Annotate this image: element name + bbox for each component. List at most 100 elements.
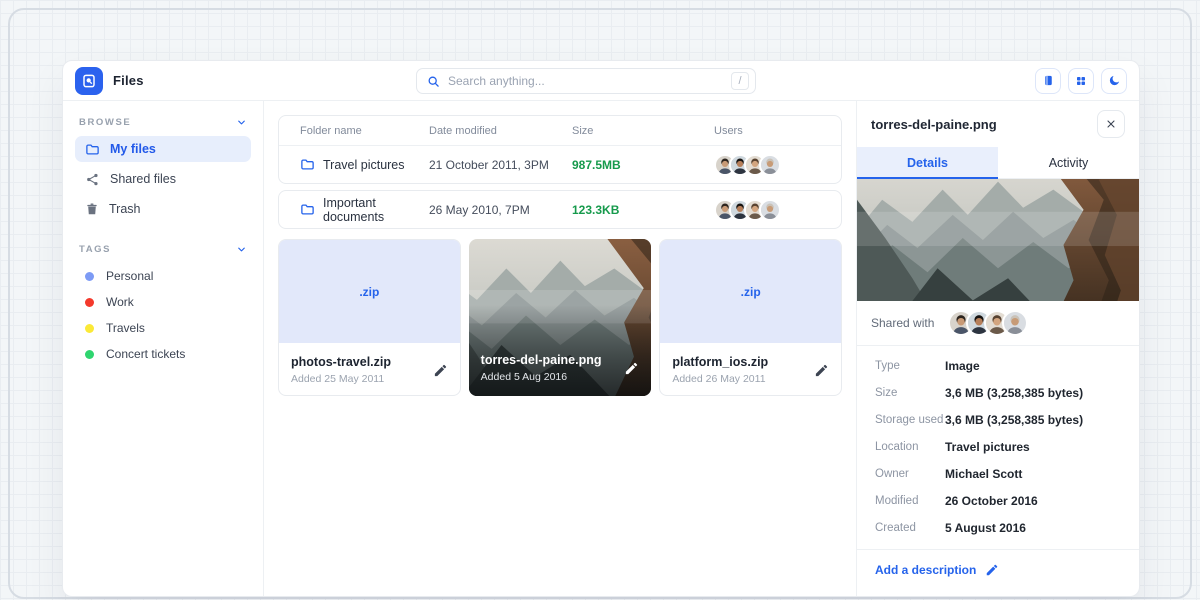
trash-icon <box>85 202 99 216</box>
grid-view-button[interactable] <box>1068 68 1094 94</box>
close-icon <box>1105 118 1117 130</box>
folder-table-card: Folder name Date modified Size Users Tra… <box>278 115 842 184</box>
search-bar[interactable]: / <box>416 68 756 94</box>
pencil-icon <box>433 363 448 378</box>
detail-row-size: Size 3,6 MB (3,258,385 bytes) <box>871 379 1125 406</box>
user-avatars <box>714 199 841 221</box>
sidebar-item-trash[interactable]: Trash <box>75 196 251 222</box>
avatar <box>759 154 781 176</box>
sidebar-item-label: Trash <box>109 202 141 216</box>
detail-row-type: Type Image <box>871 352 1125 379</box>
bookmark-button[interactable] <box>1035 68 1061 94</box>
detail-row-modified: Modified 26 October 2016 <box>871 487 1125 514</box>
date-modified: 21 October 2011, 3PM <box>429 158 572 172</box>
edit-button[interactable] <box>433 363 448 378</box>
image-preview <box>857 179 1139 301</box>
browse-section-header: BROWSE <box>75 117 251 128</box>
detail-row-created: Created 5 August 2016 <box>871 514 1125 541</box>
chevron-down-icon[interactable] <box>236 117 247 128</box>
search-input[interactable] <box>448 74 731 88</box>
file-name: platform_ios.zip <box>672 355 768 369</box>
main-content: Folder name Date modified Size Users Tra… <box>264 101 856 596</box>
chevron-down-icon[interactable] <box>236 244 247 255</box>
file-card-platform-ios-zip[interactable]: .zip platform_ios.zip Added 26 May 2011 <box>659 239 842 396</box>
shared-with-label: Shared with <box>871 316 934 330</box>
file-details-list: Type Image Size 3,6 MB (3,258,385 bytes)… <box>857 346 1139 550</box>
folder-icon <box>300 157 315 172</box>
folder-icon <box>85 142 100 157</box>
search-shortcut-badge: / <box>731 72 749 90</box>
bookmark-icon <box>1042 74 1055 87</box>
tag-label: Concert tickets <box>106 347 185 361</box>
shared-avatars <box>948 310 1028 336</box>
file-name: photos-travel.zip <box>291 355 391 369</box>
file-added-date: Added 26 May 2011 <box>672 373 768 385</box>
zip-badge: .zip <box>279 240 460 343</box>
panel-tabs: Details Activity <box>857 147 1139 179</box>
tag-item-work[interactable]: Work <box>75 289 251 315</box>
tag-label: Personal <box>106 269 153 283</box>
table-header: Folder name Date modified Size Users <box>279 116 841 146</box>
grid-icon <box>1075 75 1087 87</box>
avatar <box>1002 310 1028 336</box>
table-row-important-documents[interactable]: Important documents 26 May 2010, 7PM 123… <box>279 191 841 228</box>
user-avatars <box>714 154 841 176</box>
detail-row-location: Location Travel pictures <box>871 433 1125 460</box>
panel-title: torres-del-paine.png <box>871 117 997 132</box>
tag-item-travels[interactable]: Travels <box>75 315 251 341</box>
page-title: Files <box>113 73 144 88</box>
tags-section-header: TAGS <box>75 244 251 255</box>
sidebar-item-label: Shared files <box>110 172 176 186</box>
dark-mode-button[interactable] <box>1101 68 1127 94</box>
search-icon <box>427 75 440 88</box>
file-card-photos-travel-zip[interactable]: .zip photos-travel.zip Added 25 May 2011 <box>278 239 461 396</box>
column-header-date-modified: Date modified <box>429 125 572 137</box>
folder-size: 987.5MB <box>572 158 714 172</box>
file-cards-row: .zip photos-travel.zip Added 25 May 2011 <box>278 239 842 396</box>
tag-label: Work <box>106 295 134 309</box>
folder-icon <box>300 202 315 217</box>
moon-icon <box>1108 74 1121 87</box>
zip-badge: .zip <box>660 240 841 343</box>
file-added-date: Added 25 May 2011 <box>291 373 391 385</box>
folder-table-card: Important documents 26 May 2010, 7PM 123… <box>278 190 842 229</box>
files-app-window: Files / <box>62 60 1140 597</box>
pencil-icon <box>624 361 639 376</box>
tag-item-personal[interactable]: Personal <box>75 263 251 289</box>
sidebar-item-my-files[interactable]: My files <box>75 136 251 162</box>
share-icon <box>85 172 100 187</box>
tag-dot-icon <box>85 298 94 307</box>
sidebar-item-shared-files[interactable]: Shared files <box>75 166 251 192</box>
add-description-button[interactable]: Add a description <box>857 550 1139 590</box>
column-header-size: Size <box>572 125 714 137</box>
file-search-icon <box>81 73 97 89</box>
column-header-users: Users <box>714 125 841 137</box>
folder-size: 123.3KB <box>572 203 714 217</box>
file-card-torres-del-paine-png[interactable]: torres-del-paine.png Added 5 Aug 2016 <box>469 239 652 396</box>
folder-name: Travel pictures <box>323 158 405 172</box>
tag-dot-icon <box>85 324 94 333</box>
add-description-label: Add a description <box>875 563 976 577</box>
edit-button[interactable] <box>814 363 829 378</box>
detail-row-owner: Owner Michael Scott <box>871 460 1125 487</box>
edit-button[interactable] <box>624 361 639 376</box>
date-modified: 26 May 2010, 7PM <box>429 203 572 217</box>
tags-section-label: TAGS <box>79 244 111 255</box>
file-added-date: Added 5 Aug 2016 <box>481 371 602 383</box>
tab-details[interactable]: Details <box>857 147 998 179</box>
browse-section-label: BROWSE <box>79 117 131 128</box>
top-bar: Files / <box>63 61 1139 101</box>
column-header-folder-name: Folder name <box>300 125 429 137</box>
tag-item-concert-tickets[interactable]: Concert tickets <box>75 341 251 367</box>
tab-activity[interactable]: Activity <box>998 147 1139 179</box>
pencil-icon <box>985 563 999 577</box>
pencil-icon <box>814 363 829 378</box>
file-name: torres-del-paine.png <box>481 353 602 367</box>
tag-dot-icon <box>85 350 94 359</box>
close-panel-button[interactable] <box>1097 110 1125 138</box>
sidebar: BROWSE My files Shared <box>63 101 264 596</box>
details-panel: torres-del-paine.png Details Activity Sh… <box>856 101 1139 596</box>
table-row-travel-pictures[interactable]: Travel pictures 21 October 2011, 3PM 987… <box>279 146 841 183</box>
detail-row-storage-used: Storage used 3,6 MB (3,258,385 bytes) <box>871 406 1125 433</box>
app-logo <box>75 67 103 95</box>
